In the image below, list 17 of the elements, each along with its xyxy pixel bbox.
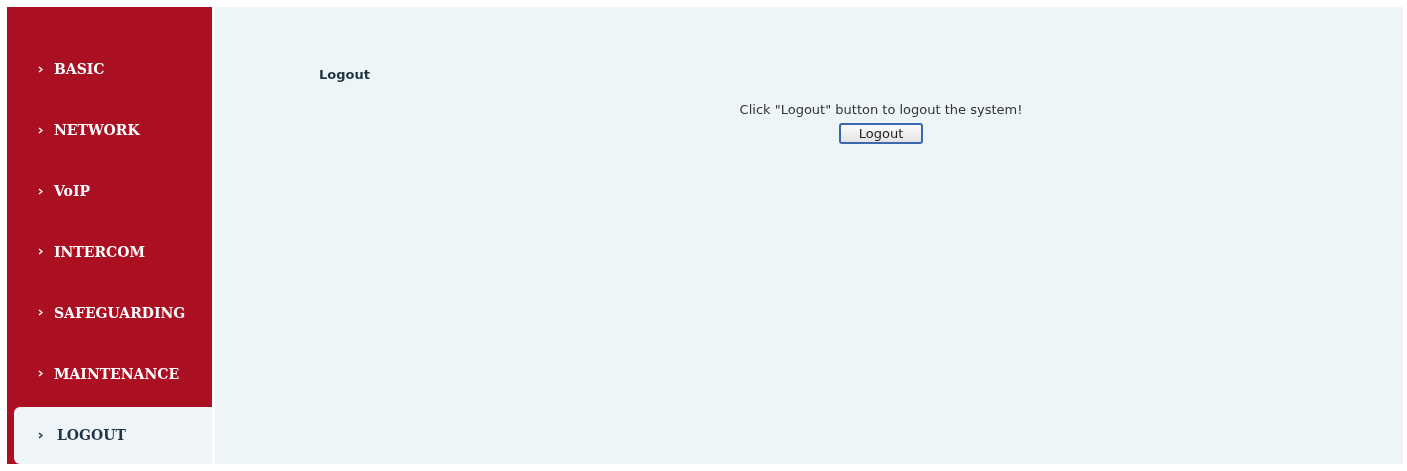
chevron-icon xyxy=(38,370,43,378)
logout-button[interactable]: Logout xyxy=(838,123,924,144)
sidebar-item[interactable]: MAINTENANCE xyxy=(7,343,212,404)
sidebar-item[interactable]: NETWORK xyxy=(7,99,212,161)
sidebar-item[interactable]: INTERCOM xyxy=(7,221,212,283)
section-title: Logout xyxy=(319,67,371,82)
chevron-icon xyxy=(38,187,43,195)
chevron-icon xyxy=(38,309,43,317)
logout-message: Click "Logout" button to logout the system! xyxy=(739,102,1023,117)
sidebar-item[interactable]: VoIP xyxy=(7,160,212,222)
chevron-icon xyxy=(38,126,43,134)
sidebar-item[interactable]: LOGOUT xyxy=(14,406,212,464)
chevron-icon xyxy=(38,432,43,439)
sidebar-item[interactable]: SAFEGUARDING xyxy=(7,282,212,344)
chevron-icon xyxy=(38,248,43,256)
sidebar-item[interactable]: BASIC xyxy=(7,39,212,100)
chevron-icon xyxy=(38,65,43,73)
